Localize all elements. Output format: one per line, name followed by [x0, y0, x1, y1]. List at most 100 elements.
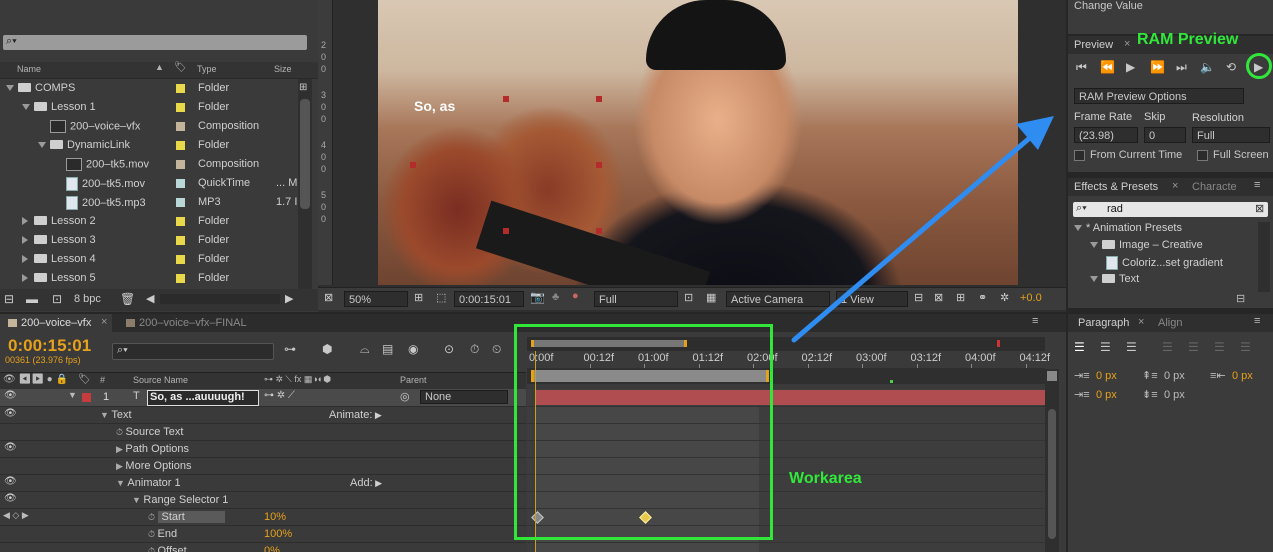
- property-row[interactable]: 👁 ▼ Range Selector 1: [0, 491, 526, 508]
- text-layer-preview[interactable]: So, as: [414, 98, 455, 114]
- previous-frame-icon[interactable]: ⏪: [1100, 60, 1115, 74]
- project-item[interactable]: COMPS Folder: [0, 79, 298, 98]
- clear-search-icon[interactable]: ⊠: [1255, 202, 1264, 215]
- project-item[interactable]: Lesson 4 Folder: [0, 250, 298, 269]
- tab-comp-final[interactable]: 200–voice–vfx–FINAL: [118, 314, 268, 332]
- camera-icon[interactable]: 📷: [530, 290, 545, 304]
- comp-mini-flowchart-icon[interactable]: ⊶: [284, 342, 296, 356]
- paragraph-tab[interactable]: Paragraph: [1078, 317, 1129, 329]
- collapsed-triangle-icon[interactable]: [22, 236, 28, 245]
- always-preview-icon[interactable]: ⊠: [324, 291, 333, 304]
- label-color-swatch[interactable]: [176, 84, 185, 93]
- expanded-triangle-icon[interactable]: [22, 104, 30, 111]
- column-source-name[interactable]: Source Name: [133, 375, 188, 385]
- project-item[interactable]: 200–voice–vfx Composition: [0, 117, 298, 136]
- zoom-slider-icon[interactable]: [1047, 371, 1057, 381]
- expand-triangle-icon[interactable]: ▼: [68, 390, 77, 400]
- shy-icon[interactable]: ⌓: [360, 342, 370, 357]
- channel-icon[interactable]: ♣: [552, 291, 559, 303]
- close-tab-icon[interactable]: ×: [101, 316, 107, 328]
- frame-rate-dropdown[interactable]: (23.98): [1074, 127, 1138, 143]
- property-row[interactable]: ▶ More Options: [0, 457, 526, 474]
- first-line-indent-value[interactable]: 0 px: [1096, 389, 1117, 401]
- expand-triangle-icon[interactable]: ▼: [100, 410, 111, 420]
- project-item[interactable]: 200–tk5.mov QuickTime ... M: [0, 174, 298, 193]
- frame-blending-icon[interactable]: ▤: [382, 342, 393, 356]
- project-item[interactable]: Lesson 2 Folder: [0, 212, 298, 231]
- interpret-footage-icon[interactable]: ⊟: [4, 292, 14, 306]
- horizontal-scrollbar[interactable]: [160, 294, 280, 304]
- layer-row[interactable]: 👁 ▼ 1 T So, as ...auuuugh! ⊶ ✲ ⟋ ◎ None: [0, 389, 526, 406]
- pickwhip-icon[interactable]: ◎: [400, 390, 410, 403]
- close-tab-icon[interactable]: ×: [1172, 180, 1178, 192]
- expand-triangle-icon[interactable]: ▶: [116, 444, 125, 454]
- label-swatch[interactable]: [82, 393, 91, 402]
- ram-preview-options-dropdown[interactable]: RAM Preview Options: [1074, 88, 1244, 104]
- layer-switches[interactable]: ⊶ ✲ ⟋: [264, 390, 295, 401]
- layer-name[interactable]: So, as ...auuuugh!: [147, 390, 259, 406]
- column-size[interactable]: Size: [274, 64, 292, 74]
- panel-menu-icon[interactable]: ≡: [1254, 179, 1260, 191]
- trash-icon[interactable]: 🗑: [120, 292, 135, 306]
- indent-right-value[interactable]: 0 px: [1232, 370, 1253, 382]
- expanded-triangle-icon[interactable]: [38, 142, 46, 149]
- animate-menu[interactable]: Animate: ▶: [329, 409, 382, 421]
- graph-editor-icon[interactable]: ⊙: [444, 342, 454, 356]
- align-right-icon[interactable]: ☰: [1126, 340, 1137, 354]
- new-comp-icon[interactable]: ⊡: [52, 292, 62, 306]
- tab-comp-active[interactable]: 200–voice–vfx ×: [0, 314, 112, 332]
- label-color-swatch[interactable]: [176, 160, 185, 169]
- project-item[interactable]: 200–tk5.mp3 MP3 1.7 I: [0, 193, 298, 212]
- label-color-swatch[interactable]: [176, 217, 185, 226]
- align-center-icon[interactable]: ☰: [1100, 340, 1111, 354]
- effects-tree-item[interactable]: Image – Creative: [1090, 239, 1203, 256]
- anchor-handle[interactable]: [596, 228, 602, 234]
- effects-tree-item[interactable]: * Animation Presets: [1074, 222, 1182, 239]
- bit-depth-button[interactable]: 8 bpc: [74, 293, 101, 305]
- column-parent[interactable]: Parent: [400, 375, 427, 385]
- collapsed-triangle-icon[interactable]: [22, 255, 28, 264]
- close-tab-icon[interactable]: ×: [1124, 38, 1130, 50]
- anchor-handle[interactable]: [410, 162, 416, 168]
- label-color-swatch[interactable]: [176, 198, 185, 207]
- justify-all-icon[interactable]: ☰: [1240, 340, 1251, 354]
- current-time[interactable]: 0:00:15:01: [8, 336, 91, 356]
- project-scrollbar[interactable]: ⊞: [298, 79, 312, 289]
- anchor-handle[interactable]: [596, 162, 602, 168]
- label-color-swatch[interactable]: [176, 141, 185, 150]
- color-channels-icon[interactable]: ●: [572, 290, 579, 302]
- zoom-dropdown[interactable]: 50%: [344, 291, 408, 307]
- property-row[interactable]: ⏱ Source Text: [0, 423, 526, 440]
- first-frame-icon[interactable]: ⏮: [1076, 60, 1087, 75]
- label-color-swatch[interactable]: [176, 103, 185, 112]
- justify-last-right-icon[interactable]: ☰: [1214, 340, 1225, 354]
- collapsed-triangle-icon[interactable]: [22, 217, 28, 226]
- expanded-triangle-icon[interactable]: [1090, 242, 1098, 249]
- project-item[interactable]: Lesson 3 Folder: [0, 231, 298, 250]
- full-screen-checkbox[interactable]: [1197, 150, 1208, 161]
- roi-icon[interactable]: ⊡: [684, 291, 693, 304]
- brainstorm-icon[interactable]: ⏲: [492, 342, 501, 357]
- visibility-icon[interactable]: 👁: [4, 476, 17, 487]
- preview-tab[interactable]: Preview: [1074, 39, 1113, 51]
- viewer-timecode[interactable]: 0:00:15:01: [454, 291, 524, 307]
- audio-icon[interactable]: 🔈: [1200, 60, 1215, 74]
- visibility-icon[interactable]: 👁: [4, 493, 17, 504]
- expand-triangle-icon[interactable]: ▼: [116, 478, 127, 488]
- scroll-left-icon[interactable]: ◀: [146, 292, 154, 305]
- scroll-thumb[interactable]: [300, 99, 310, 209]
- stopwatch-icon[interactable]: ⏱: [148, 546, 158, 552]
- project-item[interactable]: Lesson 1 Folder: [0, 98, 298, 117]
- mask-icon[interactable]: ⬚: [436, 291, 446, 304]
- layer-search-field[interactable]: ⌕▾: [112, 343, 274, 360]
- indent-left-value[interactable]: 0 px: [1096, 370, 1117, 382]
- character-tab[interactable]: Characte: [1192, 181, 1237, 193]
- add-menu[interactable]: Add: ▶: [350, 477, 382, 489]
- column-name[interactable]: Name: [17, 64, 41, 74]
- resolution-dropdown[interactable]: Full: [1192, 127, 1270, 143]
- stopwatch-icon[interactable]: ⏱: [148, 512, 158, 522]
- space-after-value[interactable]: 0 px: [1164, 389, 1185, 401]
- align-tab[interactable]: Align: [1158, 317, 1182, 329]
- preset-file-icon[interactable]: [1106, 256, 1118, 270]
- panel-menu-icon[interactable]: ≡: [1254, 315, 1260, 327]
